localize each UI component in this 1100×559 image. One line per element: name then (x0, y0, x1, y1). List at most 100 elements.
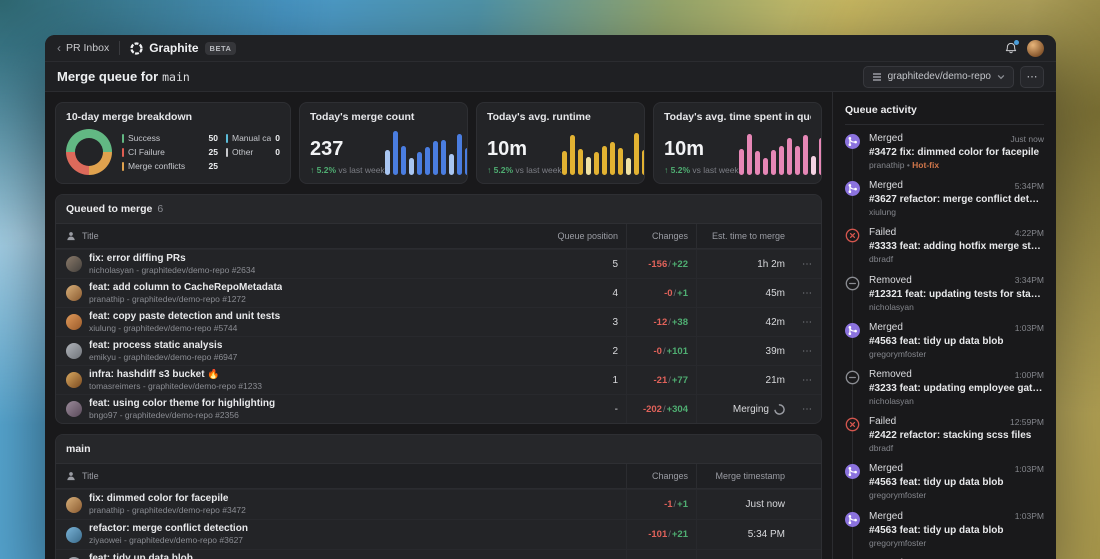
legend-label: Manual cancels (232, 133, 272, 143)
user-avatar[interactable] (1027, 39, 1044, 57)
repo-selector-dropdown[interactable]: graphitedev/demo-repo (862, 65, 1014, 88)
queue-position-cell: 2 (612, 345, 618, 357)
app-logo[interactable]: Graphite BETA (130, 41, 237, 55)
additions: +22 (671, 258, 688, 270)
legend-item: CI Failure 25 (122, 147, 218, 157)
chart-bar (633, 132, 639, 175)
deletions: -12 (653, 316, 668, 328)
breakdown-legend-right: Manual cancels0 Other 0 (226, 133, 280, 171)
runtime-value: 10m (487, 138, 528, 160)
pr-author-repo: pranathip - graphitedev/demo-repo #1272 (89, 293, 246, 304)
row-actions-button[interactable]: ⋯ (793, 279, 821, 307)
notification-dot (1014, 39, 1019, 45)
row-actions-button[interactable]: ⋯ (793, 308, 821, 336)
merged-pr-row[interactable]: fix: dimmed color for facepile pranathip … (56, 489, 821, 519)
row-actions-button[interactable]: ⋯ (793, 366, 821, 394)
notifications-bell-icon[interactable] (1005, 39, 1019, 55)
changes-cell: -1/+1 (626, 490, 696, 519)
page-header: Merge queue for main graphitedev/demo-rep… (45, 62, 1056, 92)
back-to-pr-inbox-button[interactable]: ‹ PR Inbox (57, 42, 109, 54)
activity-item[interactable]: Merged1:03PM#4563 feat: tidy up data blo… (845, 506, 1044, 553)
queued-pr-row[interactable]: feat: copy paste detection and unit test… (56, 307, 821, 336)
row-actions-button[interactable]: ⋯ (793, 395, 821, 423)
activity-pr-title: #3627 refactor: merge conflict detection (869, 194, 1044, 206)
chevron-down-icon (997, 73, 1005, 81)
main-panel-title: main (66, 443, 91, 455)
column-header-title[interactable]: Title (82, 471, 99, 481)
changes-cell: -0/+1 (626, 279, 696, 307)
chart-bar (577, 149, 583, 175)
queue-time-delta: ↑ 5.2% vs last week (664, 165, 739, 175)
queued-pr-row[interactable]: infra: hashdiff s3 bucket 🔥 tomasreimers … (56, 365, 821, 394)
merge-count-card: Today's merge count 237 ↑ 5.2% vs last w… (299, 102, 468, 184)
legend-tick (122, 133, 124, 143)
column-header-title[interactable]: Title (82, 231, 99, 241)
activity-author: pranathip • Hot-fix (869, 160, 940, 170)
queue-activity-list: Merged Just now #3472 fix: dimmed color fo… (845, 128, 1044, 559)
column-header-changes[interactable]: Changes (626, 464, 696, 488)
activity-item[interactable]: Failed 12:59PM #2422 refactor: stacking sc… (845, 411, 1044, 458)
queued-pr-row[interactable]: feat: add column to CacheRepoMetadata pra… (56, 278, 821, 307)
legend-tick (226, 147, 228, 157)
activity-item[interactable]: Failed 4:22PM #3333 feat: adding hotfix me… (845, 222, 1044, 269)
queued-pr-row[interactable]: fix: error diffing PRs nicholasyan - grap… (56, 249, 821, 278)
column-header-queue-position[interactable]: Queue position (536, 224, 626, 248)
queued-pr-row[interactable]: feat: process static analysis emikyu - gr… (56, 336, 821, 365)
additions: +1 (677, 287, 688, 299)
pr-title: feat: tidy up data blob (89, 553, 193, 559)
failed-status-icon (845, 417, 860, 432)
queued-table-header: Title Queue position Changes Est. time t… (56, 224, 821, 249)
chart-bar (424, 147, 430, 175)
author-avatar (66, 314, 82, 330)
navbar-divider (119, 41, 121, 55)
row-actions-button[interactable]: ⋯ (793, 337, 821, 365)
est-time-cell: 1h 2m (696, 250, 793, 278)
row-actions-button[interactable]: ⋯ (793, 250, 821, 278)
column-header-changes[interactable]: Changes (626, 224, 696, 248)
removed-status-icon (845, 370, 860, 385)
activity-time: Just now (1010, 133, 1044, 144)
queued-panel-title: Queued to merge (66, 203, 153, 215)
queued-count: 6 (157, 203, 164, 215)
beta-badge: BETA (204, 41, 237, 55)
chart-bar (641, 150, 644, 175)
deletions: -1 (664, 499, 673, 510)
activity-author: nicholasyan (869, 395, 914, 406)
activity-status: Merged (869, 510, 903, 522)
delta-up-arrow-icon: ↑ (310, 165, 315, 175)
activity-status: Merged (869, 321, 903, 333)
additions: +77 (671, 374, 688, 386)
additions: +304 (666, 403, 688, 415)
activity-author: gregorymfoster (869, 490, 927, 501)
merged-pr-row[interactable]: feat: tidy up data blobgregorymfoster - … (56, 549, 821, 559)
activity-pr-title: #3333 feat: adding hotfix merge status t… (869, 241, 1044, 253)
changes-cell: -0/+101 (626, 337, 696, 365)
column-header-est-time[interactable]: Est. time to merge (696, 224, 793, 248)
chart-bar (770, 149, 776, 175)
chart-bar (818, 138, 821, 175)
activity-item[interactable]: Removed 3:34PM #12321 feat: updating tests… (845, 270, 1044, 317)
legend-tick (122, 161, 124, 171)
queued-pr-row[interactable]: feat: using color theme for highlighting… (56, 394, 821, 423)
activity-item[interactable]: Merged1:03PM#4563 feat: tidy up data blo… (845, 553, 1044, 559)
stats-row: 10-day merge breakdown Success 50 CI Failu… (55, 102, 822, 184)
deletions: -0 (664, 287, 673, 299)
column-header-timestamp[interactable]: Merge timestamp (696, 464, 793, 488)
page-more-actions-button[interactable]: ⋯ (1020, 65, 1044, 88)
activity-item[interactable]: Merged1:03PM#4563 feat: tidy up data blo… (845, 458, 1044, 505)
activity-item[interactable]: Merged1:03PM#4563 feat: tidy up data blo… (845, 317, 1044, 364)
legend-value: 25 (208, 147, 218, 157)
activity-item[interactable]: Merged Just now #3472 fix: dimmed color fo… (845, 128, 1044, 175)
legend-tick (122, 147, 124, 157)
pr-author-repo: xiulung - graphitedev/demo-repo #5744 (89, 322, 238, 333)
activity-pr-title: #4563 feat: tidy up data blob (869, 524, 1004, 536)
main-table-header: Title Changes Merge timestamp (56, 464, 821, 489)
activity-author: dbradf (869, 443, 894, 454)
activity-item[interactable]: Removed 1:00PM #3233 feat: updating employ… (845, 364, 1044, 411)
queued-to-merge-panel: Queued to merge 6 Title Queue position C… (55, 194, 822, 424)
chart-bar (464, 148, 467, 175)
queue-time-bar-chart (738, 129, 821, 175)
est-time: 1h 2m (757, 258, 785, 270)
activity-item[interactable]: Merged 5:34PM #3627 refactor: merge confli… (845, 175, 1044, 222)
merged-pr-row[interactable]: refactor: merge conflict detection ziyaow… (56, 519, 821, 549)
